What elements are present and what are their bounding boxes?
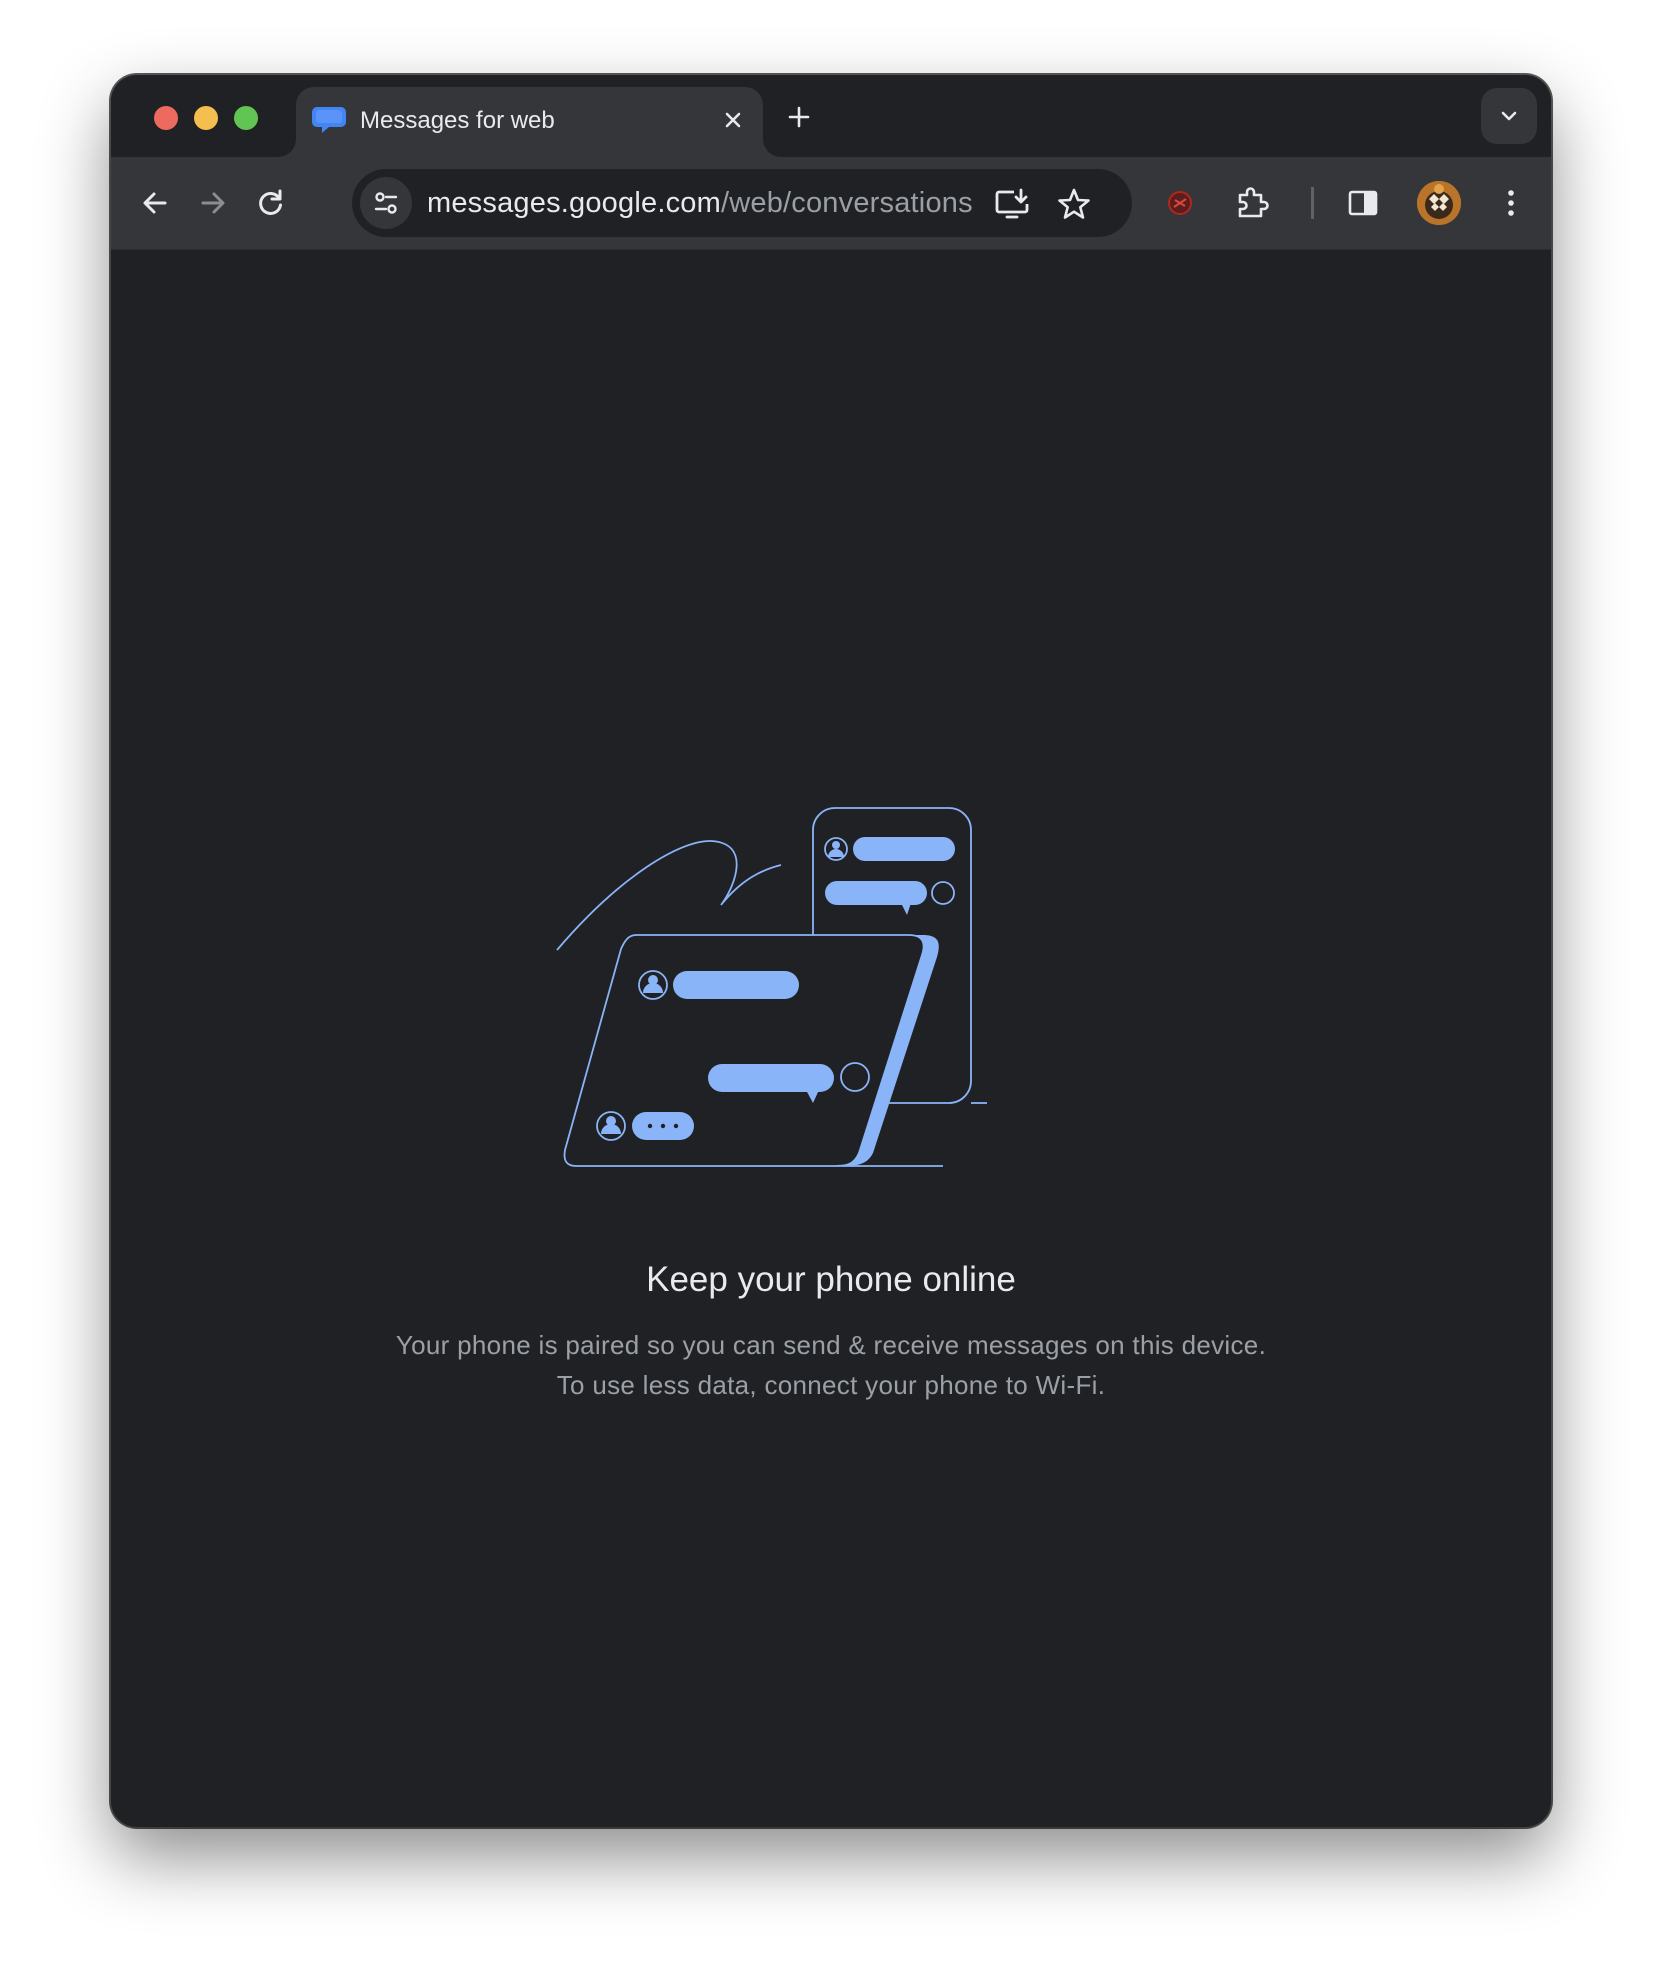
arrow-right-icon: [201, 192, 225, 214]
tab-strip: Messages for web: [111, 75, 1551, 157]
side-panel-button[interactable]: [1343, 183, 1383, 223]
tune-icon: [374, 192, 398, 214]
close-icon: [725, 112, 741, 128]
tab-search-button[interactable]: [1481, 88, 1537, 144]
puzzle-icon: [1238, 187, 1269, 218]
new-tab-button[interactable]: [781, 99, 817, 135]
site-info-button[interactable]: [360, 177, 412, 229]
messages-chat-bubble-icon: [312, 107, 346, 133]
page-content: Keep your phone online Your phone is pai…: [111, 250, 1551, 1827]
url-text[interactable]: messages.google.com/web/conversations: [427, 187, 973, 220]
install-desktop-icon: [995, 188, 1029, 219]
page-title: Keep your phone online: [646, 1260, 1016, 1299]
bookmark-button[interactable]: [1054, 184, 1094, 224]
browser-window: Messages for web messages.google.com/web…: [111, 75, 1551, 1827]
toolbar-divider: [1311, 187, 1314, 219]
browser-menu-button[interactable]: [1491, 183, 1531, 223]
url-host: messages.google.com: [427, 187, 721, 219]
profile-avatar[interactable]: [1417, 181, 1461, 225]
window-close-button[interactable]: [154, 106, 178, 130]
browser-toolbar: messages.google.com/web/conversations: [111, 157, 1551, 250]
reload-icon: [259, 189, 282, 215]
chevron-down-icon: [1501, 111, 1517, 121]
extension-button[interactable]: [1160, 183, 1200, 223]
window-minimize-button[interactable]: [194, 106, 218, 130]
browser-tab-active[interactable]: Messages for web: [296, 87, 763, 157]
forward-button[interactable]: [193, 183, 233, 223]
star-icon: [1058, 188, 1090, 219]
plus-icon: [788, 106, 810, 128]
address-bar[interactable]: messages.google.com/web/conversations: [352, 169, 1132, 237]
avatar-image-icon: [1417, 181, 1461, 225]
extensions-menu-button[interactable]: [1233, 183, 1273, 223]
window-maximize-button[interactable]: [234, 106, 258, 130]
reload-button[interactable]: [251, 183, 291, 223]
url-path: /web/conversations: [720, 187, 973, 219]
page-description: Your phone is paired so you can send & r…: [395, 1330, 1267, 1400]
extension-red-icon: [1168, 191, 1192, 215]
install-app-button[interactable]: [992, 184, 1032, 224]
back-button[interactable]: [135, 183, 175, 223]
tab-close-button[interactable]: [718, 105, 748, 135]
side-panel-icon: [1348, 190, 1378, 216]
tab-title: Messages for web: [360, 107, 555, 134]
arrow-left-icon: [143, 192, 167, 214]
paired-devices-illustration: [556, 807, 987, 1167]
more-vertical-icon: [1508, 190, 1514, 216]
